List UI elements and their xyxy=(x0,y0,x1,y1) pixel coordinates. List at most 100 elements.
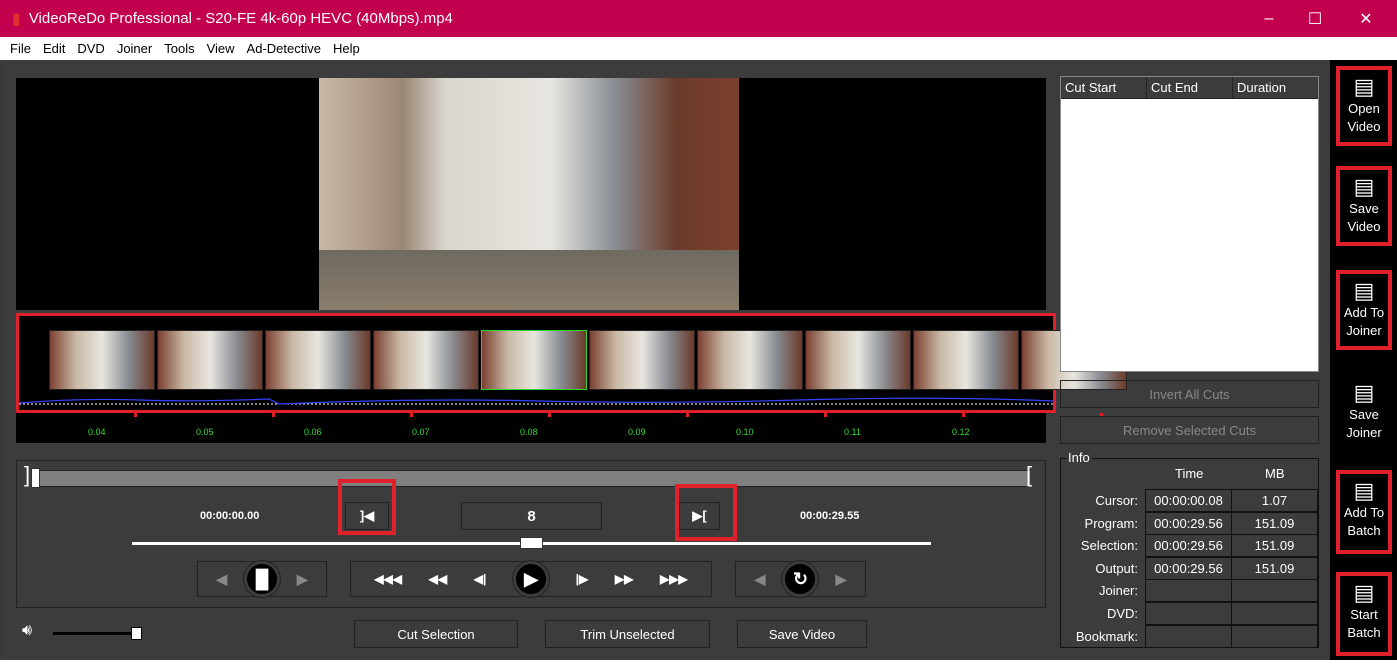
frame-counter[interactable]: 8 xyxy=(461,502,602,530)
minimize-button[interactable]: – xyxy=(1246,0,1292,37)
sidebar-button-label: Video xyxy=(1347,219,1381,234)
timeline-thumbnail[interactable] xyxy=(265,330,371,390)
info-row-label: Bookmark: xyxy=(1075,628,1138,644)
scene-group: ◀ ↻ ▶ xyxy=(735,561,866,597)
menu-ad-detective[interactable]: Ad-Detective xyxy=(247,41,321,56)
save-joiner-icon: ▤ xyxy=(1353,380,1375,405)
seek-bar[interactable] xyxy=(33,470,1030,487)
volume-slider[interactable] xyxy=(53,632,137,635)
menu-file[interactable]: File xyxy=(10,41,31,56)
col-duration[interactable]: Duration xyxy=(1233,77,1318,98)
ruler-tick-label: 0.10 xyxy=(736,427,754,437)
menu-view[interactable]: View xyxy=(207,41,235,56)
trim-unselected-button[interactable]: Trim Unselected xyxy=(545,620,710,648)
info-col-mb: MB xyxy=(1265,466,1285,481)
save-video-icon: ▤ xyxy=(1353,174,1375,199)
refresh-icon[interactable]: ↻ xyxy=(782,561,819,597)
next-scene-button[interactable]: ▶ xyxy=(836,571,847,588)
ruler-marker xyxy=(686,413,689,417)
title-bar: ▮ VideoReDo Professional - S20-FE 4k-60p… xyxy=(0,0,1397,37)
highlight-box xyxy=(675,484,737,541)
timeline-thumbnail[interactable] xyxy=(913,330,1019,390)
menu-help[interactable]: Help xyxy=(333,41,360,56)
info-col-time: Time xyxy=(1175,466,1204,481)
timeline-ruler[interactable]: 0.04 0.05 0.06 0.07 0.08 0.09 0.10 0.11 0.12 xyxy=(16,413,1103,443)
info-row-label: Selection: xyxy=(1080,538,1138,554)
play-button[interactable]: ▶ xyxy=(512,561,549,597)
sidebar-add-to-batch-button[interactable]: ▤ Add To Batch xyxy=(1336,470,1392,554)
prev-bookmark-button[interactable]: ◀ xyxy=(216,571,227,588)
ruler-tick-label: 0.08 xyxy=(520,427,538,437)
ruler-tick-label: 0.12 xyxy=(952,427,970,437)
jog-thumb[interactable] xyxy=(520,537,543,549)
menu-joiner[interactable]: Joiner xyxy=(117,41,152,56)
thumbnail-timeline[interactable] xyxy=(16,313,1127,413)
bookmark-button[interactable]: ▐▌ xyxy=(244,561,280,597)
timeline-thumbnail[interactable] xyxy=(373,330,479,390)
sidebar-open-video-button[interactable]: ▤ Open Video xyxy=(1336,66,1392,146)
menu-tools[interactable]: Tools xyxy=(164,41,194,56)
sidebar-save-joiner-button[interactable]: ▤ Save Joiner xyxy=(1336,376,1392,446)
ruler-marker xyxy=(824,413,827,417)
speaker-icon[interactable]: 🔊︎ xyxy=(22,622,32,640)
sidebar-button-label: Add To xyxy=(1343,305,1385,320)
col-cut-start[interactable]: Cut Start xyxy=(1061,77,1147,98)
info-row-label: Program: xyxy=(1084,515,1138,531)
ruler-tick-label: 0.04 xyxy=(88,427,106,437)
close-button[interactable]: ✕ xyxy=(1343,0,1389,37)
transport-group: ◀◀◀ ◀◀ ◀| ▶ |▶ ▶▶ ▶▶▶ xyxy=(350,561,712,597)
sidebar-button-label: Start xyxy=(1350,607,1378,622)
sidebar-button-label: Batch xyxy=(1347,625,1381,640)
sidebar-button-label: Batch xyxy=(1347,523,1381,538)
menu-edit[interactable]: Edit xyxy=(43,41,65,56)
info-time-cell: 00:00:00.08 xyxy=(1145,489,1232,512)
selection-end-bracket[interactable]: [ xyxy=(1026,462,1032,488)
info-mb-cell xyxy=(1231,579,1318,603)
desktop-background xyxy=(0,660,1397,667)
volume-thumb[interactable] xyxy=(131,627,142,640)
next-bookmark-button[interactable]: ▶ xyxy=(297,571,308,588)
info-mb-cell xyxy=(1231,624,1318,648)
timeline-thumbnail[interactable] xyxy=(481,330,587,390)
step-back-button[interactable]: ◀| xyxy=(474,572,487,586)
sidebar-save-video-button[interactable]: ▤ Save Video xyxy=(1336,166,1392,246)
ruler-tick-label: 0.11 xyxy=(844,427,861,437)
timeline-thumbnail[interactable] xyxy=(157,330,263,390)
prev-scene-button[interactable]: ◀ xyxy=(755,571,766,588)
selection-start-bracket[interactable]: ] xyxy=(24,462,30,488)
maximize-button[interactable]: ☐ xyxy=(1292,0,1338,37)
invert-all-cuts-button[interactable]: Invert All Cuts xyxy=(1060,380,1319,408)
cut-list-header: Cut Start Cut End Duration xyxy=(1061,77,1318,99)
timeline-thumbnail[interactable] xyxy=(49,330,155,390)
ruler-marker xyxy=(962,413,965,417)
cut-selection-button[interactable]: Cut Selection xyxy=(354,620,518,648)
sidebar-button-label: Save xyxy=(1349,407,1379,422)
sidebar-start-batch-button[interactable]: ▤ Start Batch xyxy=(1336,572,1392,656)
ruler-marker xyxy=(410,413,413,417)
cut-list[interactable]: Cut Start Cut End Duration xyxy=(1060,76,1319,372)
forward-fast-button[interactable]: ▶▶▶ xyxy=(660,572,688,586)
menu-dvd[interactable]: DVD xyxy=(77,41,104,56)
col-cut-end[interactable]: Cut End xyxy=(1147,77,1233,98)
ruler-marker xyxy=(134,413,137,417)
info-mb-cell xyxy=(1231,602,1318,625)
remove-selected-cuts-button[interactable]: Remove Selected Cuts xyxy=(1060,416,1319,444)
seek-thumb[interactable] xyxy=(31,468,40,488)
info-row-label: DVD: xyxy=(1106,606,1138,621)
action-sidebar xyxy=(1330,60,1397,660)
bookmark-group: ◀ ▐▌ ▶ xyxy=(197,561,327,597)
add-joiner-icon: ▤ xyxy=(1353,278,1375,303)
timeline-thumbnail[interactable] xyxy=(697,330,803,390)
rewind-fast-button[interactable]: ◀◀◀ xyxy=(374,572,402,586)
sidebar-add-to-joiner-button[interactable]: ▤ Add To Joiner xyxy=(1336,270,1392,350)
app-logo-icon: ▮ xyxy=(12,10,21,28)
forward-button[interactable]: ▶▶ xyxy=(615,572,633,586)
timeline-thumbnail[interactable] xyxy=(805,330,911,390)
step-forward-button[interactable]: |▶ xyxy=(576,572,589,586)
info-time-cell: 00:00:29.56 xyxy=(1145,511,1232,535)
selection-start-time: 00:00:00.00 xyxy=(200,510,260,522)
timeline-thumbnail[interactable] xyxy=(589,330,695,390)
info-mb-cell: 151.09 xyxy=(1231,556,1318,580)
rewind-button[interactable]: ◀◀ xyxy=(429,572,447,586)
save-video-button[interactable]: Save Video xyxy=(737,620,867,648)
